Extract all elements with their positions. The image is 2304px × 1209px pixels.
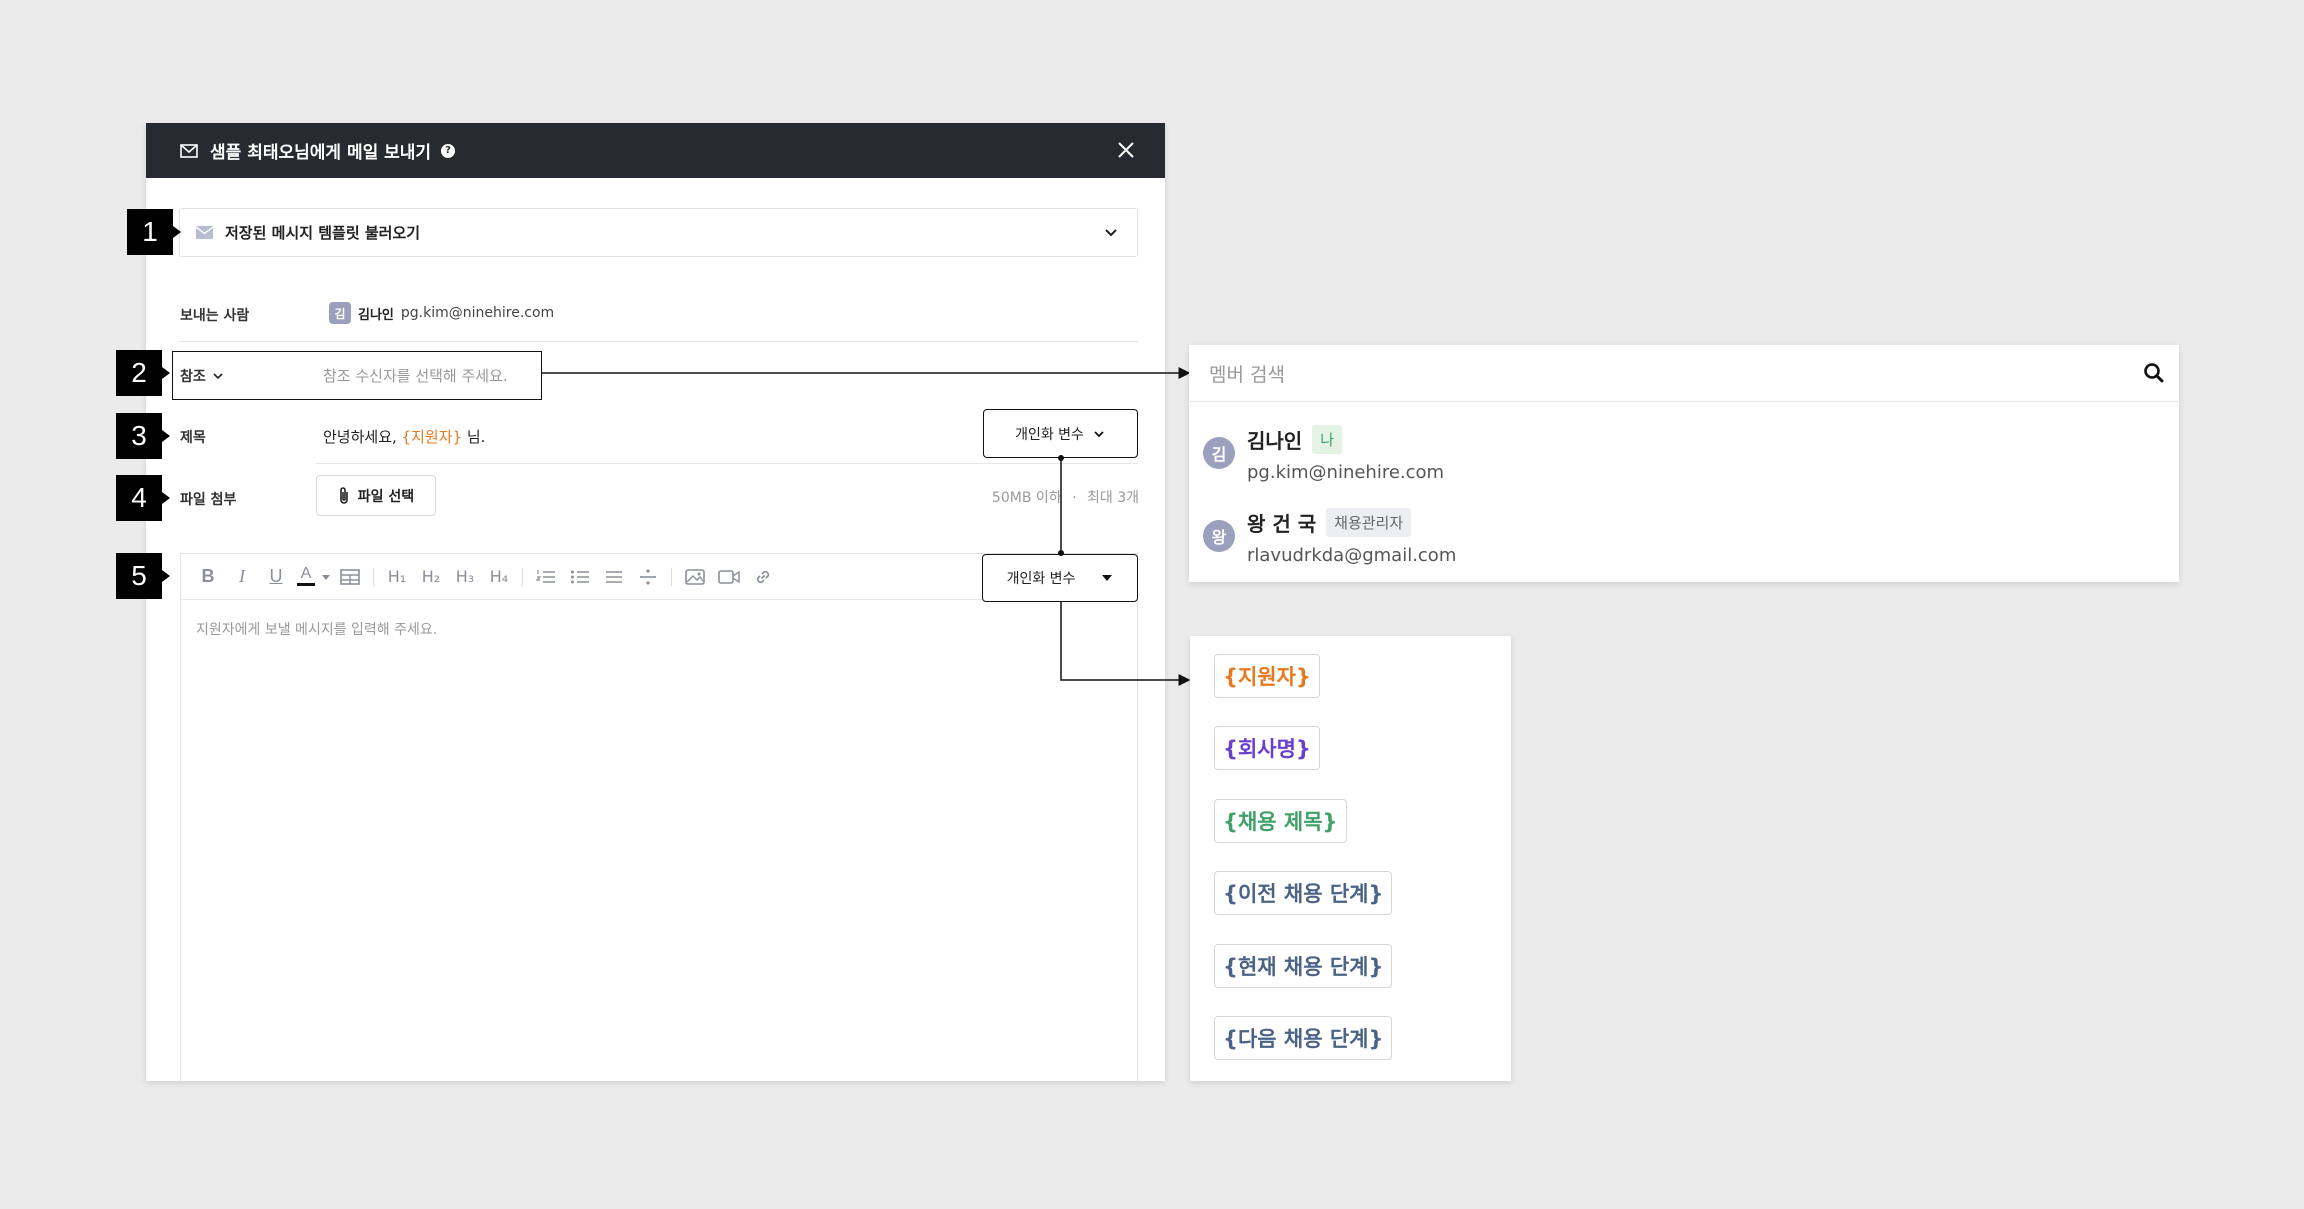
member-search-panel: 멤버 검색 김 김나인 나 pg.kim@ninehire.com 왕 왕 건 … bbox=[1189, 345, 2179, 582]
file-select-label: 파일 선택 bbox=[357, 488, 415, 505]
member-search-placeholder: 멤버 검색 bbox=[1209, 363, 1285, 386]
modal-header: 샘플 최태오님에게 메일 보내기 ? bbox=[146, 123, 1165, 178]
member-badge: 나 bbox=[1312, 425, 1343, 454]
file-limit-separator: · bbox=[1072, 490, 1077, 506]
heading1-icon[interactable]: H₁ bbox=[380, 562, 414, 592]
variable-chip-previous-stage[interactable]: {이전 채용 단계} bbox=[1214, 871, 1393, 915]
variable-chip-applicant[interactable]: {지원자} bbox=[1214, 654, 1320, 698]
subject-text-suffix: 님. bbox=[462, 428, 486, 446]
subject-variable-chip: {지원자} bbox=[401, 428, 463, 446]
heading4-icon[interactable]: H₄ bbox=[482, 562, 516, 592]
editor-body-input[interactable]: 지원자에게 보낼 메시지를 입력해 주세요. bbox=[196, 619, 437, 639]
callout-marker-1: 1 bbox=[127, 209, 181, 255]
file-count-limit: 최대 3개 bbox=[1087, 490, 1139, 506]
image-icon[interactable] bbox=[678, 562, 712, 592]
variable-chip-job-title[interactable]: {채용 제목} bbox=[1214, 799, 1347, 843]
link-icon[interactable] bbox=[746, 562, 780, 592]
sender-label: 보내는 사람 bbox=[180, 308, 250, 324]
member-email: rlavudrkda@gmail.com bbox=[1247, 545, 1457, 566]
avatar: 김 bbox=[1203, 437, 1235, 469]
attachment-label: 파일 첨부 bbox=[180, 492, 237, 508]
variable-button-label: 개인화 변수 bbox=[1015, 426, 1084, 443]
chevron-down-icon bbox=[1094, 430, 1104, 437]
callout-marker-5: 5 bbox=[116, 553, 170, 599]
search-icon[interactable] bbox=[2143, 362, 2165, 384]
callout-marker-3: 3 bbox=[116, 413, 170, 459]
cc-input[interactable]: 참조 수신자를 선택해 주세요. bbox=[323, 365, 508, 386]
heading2-icon[interactable]: H₂ bbox=[414, 562, 448, 592]
paperclip-icon bbox=[339, 486, 348, 504]
editor-variable-button[interactable]: 개인화 변수 bbox=[982, 554, 1138, 602]
personalization-variables-panel: {지원자} {회사명} {채용 제목} {이전 채용 단계} {현재 채용 단계… bbox=[1190, 636, 1511, 1081]
divider bbox=[316, 463, 1138, 464]
callout-marker-2: 2 bbox=[116, 350, 170, 396]
cc-label: 참조 bbox=[180, 369, 206, 385]
close-icon[interactable] bbox=[1113, 137, 1139, 163]
ordered-list-icon[interactable] bbox=[529, 562, 563, 592]
sender-info: 김 김나인 pg.kim@ninehire.com bbox=[329, 302, 554, 324]
subject-input[interactable]: 안녕하세요, {지원자} 님. bbox=[323, 426, 485, 447]
chevron-down-icon bbox=[213, 373, 223, 380]
variable-button-label: 개인화 변수 bbox=[1006, 571, 1076, 587]
modal-title: 샘플 최태오님에게 메일 보내기 bbox=[210, 143, 432, 163]
toolbar-separator bbox=[671, 567, 672, 586]
file-size-limit: 50MB 이하 bbox=[991, 490, 1062, 506]
bullet-list-icon[interactable] bbox=[563, 562, 597, 592]
message-editor: B I U A H₁ H₂ H₃ H₄ 지원자에게 보낼 메시지를 입력해 주세… bbox=[180, 553, 1138, 1081]
chevron-down-icon bbox=[1105, 229, 1117, 237]
file-select-button[interactable]: 파일 선택 bbox=[316, 475, 436, 516]
mail-icon bbox=[196, 226, 213, 239]
sender-email: pg.kim@ninehire.com bbox=[400, 305, 555, 321]
table-icon[interactable] bbox=[333, 562, 367, 592]
avatar: 왕 bbox=[1203, 520, 1235, 552]
template-select[interactable]: 저장된 메시지 템플릿 불러오기 bbox=[179, 208, 1138, 257]
file-limit-note: 50MB 이하 · 최대 3개 bbox=[992, 487, 1139, 507]
sender-name: 김나인 bbox=[358, 307, 394, 323]
text-color-icon[interactable]: A bbox=[293, 562, 319, 592]
video-icon[interactable] bbox=[712, 562, 746, 592]
callout-marker-4: 4 bbox=[116, 475, 170, 521]
subject-text-prefix: 안녕하세요, bbox=[323, 428, 402, 446]
member-list-item[interactable]: 김 김나인 나 pg.kim@ninehire.com bbox=[1203, 425, 1444, 483]
send-mail-modal: 샘플 최태오님에게 메일 보내기 ? 저장된 메시지 템플릿 불러오기 보내는 … bbox=[146, 123, 1165, 1081]
member-search-input[interactable]: 멤버 검색 bbox=[1189, 345, 2179, 402]
caret-down-icon bbox=[1102, 575, 1113, 581]
template-select-label: 저장된 메시지 템플릿 불러오기 bbox=[225, 224, 421, 242]
underline-icon[interactable]: U bbox=[259, 562, 293, 592]
caret-down-icon[interactable] bbox=[319, 572, 333, 582]
toolbar-separator bbox=[522, 567, 523, 586]
divider-icon[interactable] bbox=[631, 562, 665, 592]
avatar: 김 bbox=[329, 302, 351, 324]
align-icon[interactable] bbox=[597, 562, 631, 592]
help-icon[interactable]: ? bbox=[441, 143, 456, 158]
member-name: 김나인 bbox=[1247, 429, 1303, 453]
mail-icon bbox=[180, 143, 198, 158]
divider bbox=[179, 341, 1138, 342]
member-email: pg.kim@ninehire.com bbox=[1247, 462, 1445, 483]
subject-variable-button[interactable]: 개인화 변수 bbox=[983, 409, 1138, 458]
member-name: 왕 건 국 bbox=[1247, 512, 1317, 536]
heading3-icon[interactable]: H₃ bbox=[448, 562, 482, 592]
variable-chip-current-stage[interactable]: {현재 채용 단계} bbox=[1214, 944, 1393, 988]
bold-icon[interactable]: B bbox=[191, 562, 225, 592]
member-badge: 채용관리자 bbox=[1326, 508, 1412, 537]
member-list-item[interactable]: 왕 왕 건 국 채용관리자 rlavudrkda@gmail.com bbox=[1203, 508, 1456, 566]
italic-icon[interactable]: I bbox=[225, 562, 259, 592]
toolbar-separator bbox=[373, 567, 374, 586]
variable-chip-next-stage[interactable]: {다음 채용 단계} bbox=[1214, 1016, 1393, 1060]
cc-type-dropdown[interactable]: 참조 bbox=[180, 366, 224, 386]
subject-label: 제목 bbox=[180, 430, 206, 446]
variable-chip-company[interactable]: {회사명} bbox=[1214, 726, 1320, 770]
